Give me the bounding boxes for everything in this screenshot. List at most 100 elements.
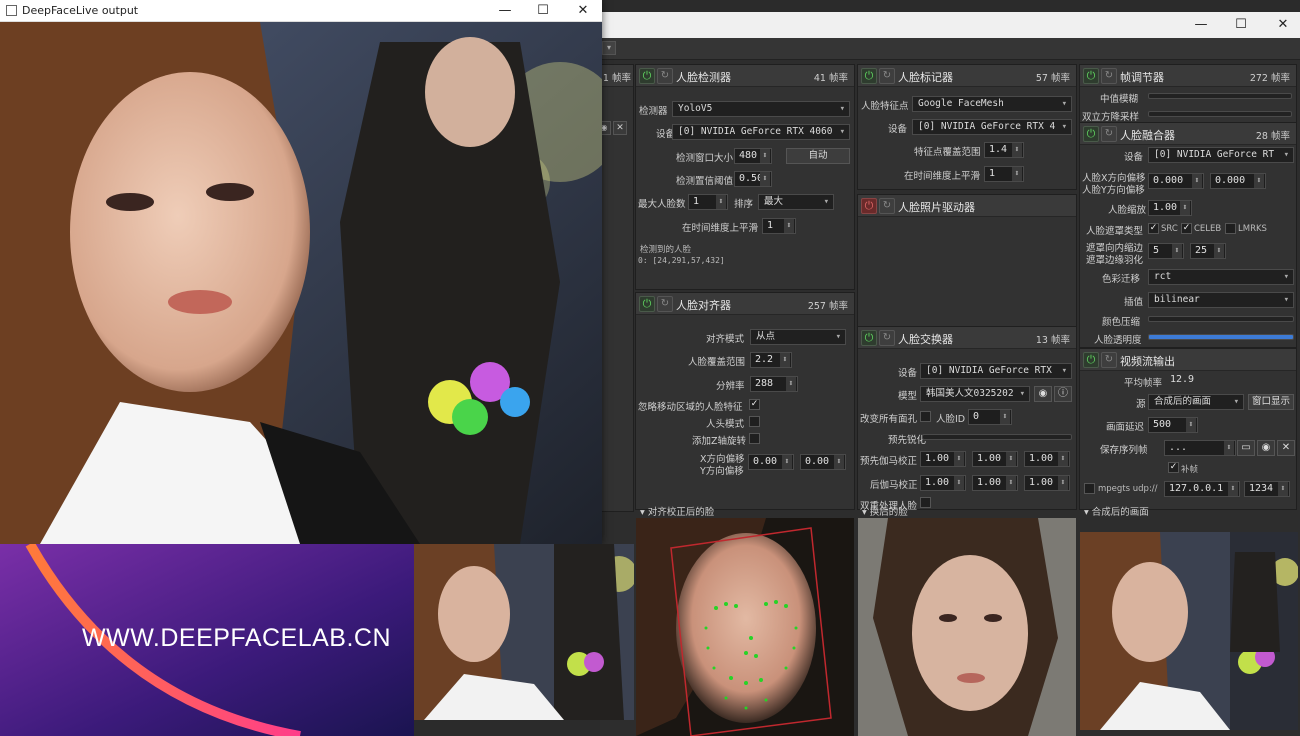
power-icon[interactable]: ⏻ bbox=[639, 296, 655, 312]
merged-frame-view-header[interactable]: ▾ 合成后的画面 bbox=[1084, 504, 1149, 518]
mask-src-checkbox[interactable]: ✓ bbox=[1148, 223, 1159, 234]
power-icon[interactable]: ⏻ bbox=[861, 198, 877, 214]
bilateral-slider[interactable] bbox=[1148, 111, 1292, 117]
swapped-face-view-header[interactable]: ▾ 换后的脸 bbox=[862, 504, 908, 518]
panel-fps: 57 帧率 bbox=[1035, 73, 1070, 84]
z-rotation-label: 添加Z轴旋转 bbox=[692, 436, 747, 447]
temporal-label: 在时间维度上平滑 bbox=[904, 171, 981, 182]
pre-gamma-r-spinner[interactable]: 1.00 bbox=[920, 451, 966, 467]
device-select[interactable]: [0] NVIDIA GeForce RTX 4060 bbox=[672, 124, 850, 140]
marker-select[interactable]: Google FaceMesh bbox=[912, 96, 1072, 112]
face-marker-header: ⏻ ↻ 人脸标记器 57 帧率 bbox=[858, 65, 1076, 87]
max-faces-label: 最大人脸数 bbox=[638, 199, 686, 210]
save-sequence-path[interactable]: ... bbox=[1164, 440, 1236, 456]
y-offset-spinner[interactable]: 0.00 bbox=[800, 454, 846, 470]
eye-icon[interactable]: ◉ bbox=[1257, 440, 1275, 456]
mask-lmrks-checkbox[interactable] bbox=[1225, 223, 1236, 234]
face-id-spinner[interactable]: 0 bbox=[968, 409, 1012, 425]
settings-icon[interactable]: ↻ bbox=[657, 296, 673, 312]
panel-title: 人脸对齐器 bbox=[676, 299, 731, 312]
post-gamma-b-spinner[interactable]: 1.00 bbox=[1024, 475, 1070, 491]
power-icon[interactable]: ⏻ bbox=[1083, 352, 1099, 368]
power-icon[interactable]: ⏻ bbox=[861, 330, 877, 346]
maximize-button[interactable]: ☐ bbox=[1230, 16, 1252, 34]
device-select[interactable]: [0] NVIDIA GeForce RTX bbox=[920, 363, 1072, 379]
threshold-spinner[interactable]: 0.50 bbox=[734, 171, 772, 187]
y-offset-spinner[interactable]: 0.000 bbox=[1210, 173, 1266, 189]
source-select[interactable]: 合成后的画面 bbox=[1148, 394, 1244, 410]
mask-celeb-checkbox[interactable]: ✓ bbox=[1181, 223, 1192, 234]
head-mode-label: 人头模式 bbox=[706, 419, 745, 430]
head-mode-checkbox[interactable] bbox=[749, 416, 760, 427]
eye-icon[interactable]: ◉ bbox=[1034, 386, 1052, 402]
coverage-spinner[interactable]: 1.4 bbox=[984, 142, 1024, 158]
mpegts-checkbox[interactable] bbox=[1084, 483, 1095, 494]
fill-frames-checkbox[interactable]: ✓ bbox=[1168, 462, 1179, 473]
median-blur-slider[interactable] bbox=[1148, 93, 1292, 99]
z-rotation-checkbox[interactable] bbox=[749, 433, 760, 444]
erode-spinner[interactable]: 5 bbox=[1148, 243, 1184, 259]
two-pass-checkbox[interactable] bbox=[920, 497, 931, 508]
power-icon[interactable]: ⏻ bbox=[861, 68, 877, 84]
window-size-spinner[interactable]: 480 bbox=[734, 148, 772, 164]
resolution-spinner[interactable]: 288 bbox=[750, 376, 798, 392]
auto-button[interactable]: 自动 bbox=[786, 148, 850, 164]
settings-icon[interactable]: ↻ bbox=[879, 68, 895, 84]
settings-icon[interactable]: ↻ bbox=[657, 68, 673, 84]
main-window: — ☐ ✕ ▾ 1 帧率 ◉ ✕ ⏻ ↻ 人脸检测器 41 帧率 检测器 Yol… bbox=[597, 12, 1300, 736]
settings-icon[interactable]: ↻ bbox=[879, 330, 895, 346]
minimize-button[interactable]: — bbox=[1190, 16, 1212, 34]
power-icon[interactable]: ⏻ bbox=[639, 68, 655, 84]
color-compress-slider[interactable] bbox=[1148, 316, 1294, 322]
temporal-spinner[interactable]: 1 bbox=[762, 218, 796, 234]
settings-icon[interactable]: ↻ bbox=[1101, 352, 1117, 368]
detected-faces-label[interactable]: 检测到的人脸 bbox=[640, 243, 691, 255]
minimize-button[interactable]: — bbox=[494, 2, 516, 20]
close-icon[interactable]: ✕ bbox=[613, 121, 627, 135]
close-button[interactable]: ✕ bbox=[572, 2, 594, 20]
blur-label: 遮罩边缘羽化 bbox=[1086, 255, 1144, 266]
maximize-button[interactable]: ☐ bbox=[532, 2, 554, 20]
x-offset-spinner[interactable]: 0.000 bbox=[1148, 173, 1204, 189]
color-transfer-select[interactable]: rct bbox=[1148, 269, 1294, 285]
max-faces-spinner[interactable]: 1 bbox=[688, 194, 728, 210]
exclude-moving-checkbox[interactable]: ✓ bbox=[749, 399, 760, 410]
face-aligner-header: ⏻ ↻ 人脸对齐器 257 帧率 bbox=[636, 293, 854, 315]
close-button[interactable]: ✕ bbox=[1272, 16, 1294, 34]
x-offset-spinner[interactable]: 0.00 bbox=[748, 454, 794, 470]
sort-select[interactable]: 最大 bbox=[758, 194, 834, 210]
folder-icon[interactable]: ▭ bbox=[1237, 440, 1255, 456]
model-select[interactable]: 韩国美人文0325202 bbox=[920, 386, 1030, 402]
swap-all-checkbox[interactable] bbox=[920, 411, 931, 422]
interp-select[interactable]: bilinear bbox=[1148, 292, 1294, 308]
opacity-slider[interactable] bbox=[1148, 334, 1294, 340]
device-select[interactable]: [0] NVIDIA GeForce RT bbox=[1148, 147, 1294, 163]
window-show-button[interactable]: 窗口显示 bbox=[1248, 394, 1294, 410]
bilateral-label: 双立方降采样 bbox=[1082, 112, 1140, 123]
power-icon[interactable]: ⏻ bbox=[1083, 68, 1099, 84]
coverage-spinner[interactable]: 2.2 bbox=[750, 352, 792, 368]
scale-spinner[interactable]: 1.00 bbox=[1148, 200, 1192, 216]
mpegts-port-spinner[interactable]: 1234 bbox=[1244, 481, 1290, 497]
presharpen-slider[interactable] bbox=[922, 434, 1072, 440]
blur-spinner[interactable]: 25 bbox=[1190, 243, 1226, 259]
delay-spinner[interactable]: 500 bbox=[1148, 417, 1198, 433]
align-mode-select[interactable]: 从点 bbox=[750, 329, 846, 345]
pre-gamma-g-spinner[interactable]: 1.00 bbox=[972, 451, 1018, 467]
pre-gamma-b-spinner[interactable]: 1.00 bbox=[1024, 451, 1070, 467]
detector-select[interactable]: YoloV5 bbox=[672, 101, 850, 117]
aligned-face-view-header[interactable]: ▾ 对齐校正后的脸 bbox=[640, 504, 714, 518]
power-icon[interactable]: ⏻ bbox=[1083, 126, 1099, 142]
dropdown-arrow-icon[interactable]: ▾ bbox=[602, 41, 616, 55]
post-gamma-g-spinner[interactable]: 1.00 bbox=[972, 475, 1018, 491]
mpegts-host-input[interactable]: 127.0.0.1 bbox=[1164, 481, 1240, 497]
settings-icon[interactable]: ↻ bbox=[879, 198, 895, 214]
info-icon[interactable]: ⓘ bbox=[1054, 386, 1072, 402]
post-gamma-r-spinner[interactable]: 1.00 bbox=[920, 475, 966, 491]
temporal-spinner[interactable]: 1 bbox=[984, 166, 1024, 182]
close-icon[interactable]: ✕ bbox=[1277, 440, 1295, 456]
device-select[interactable]: [0] NVIDIA GeForce RTX 4 bbox=[912, 119, 1072, 135]
settings-icon[interactable]: ↻ bbox=[1101, 68, 1117, 84]
settings-icon[interactable]: ↻ bbox=[1101, 126, 1117, 142]
partial-panel-fps: 1 帧率 bbox=[602, 73, 631, 84]
